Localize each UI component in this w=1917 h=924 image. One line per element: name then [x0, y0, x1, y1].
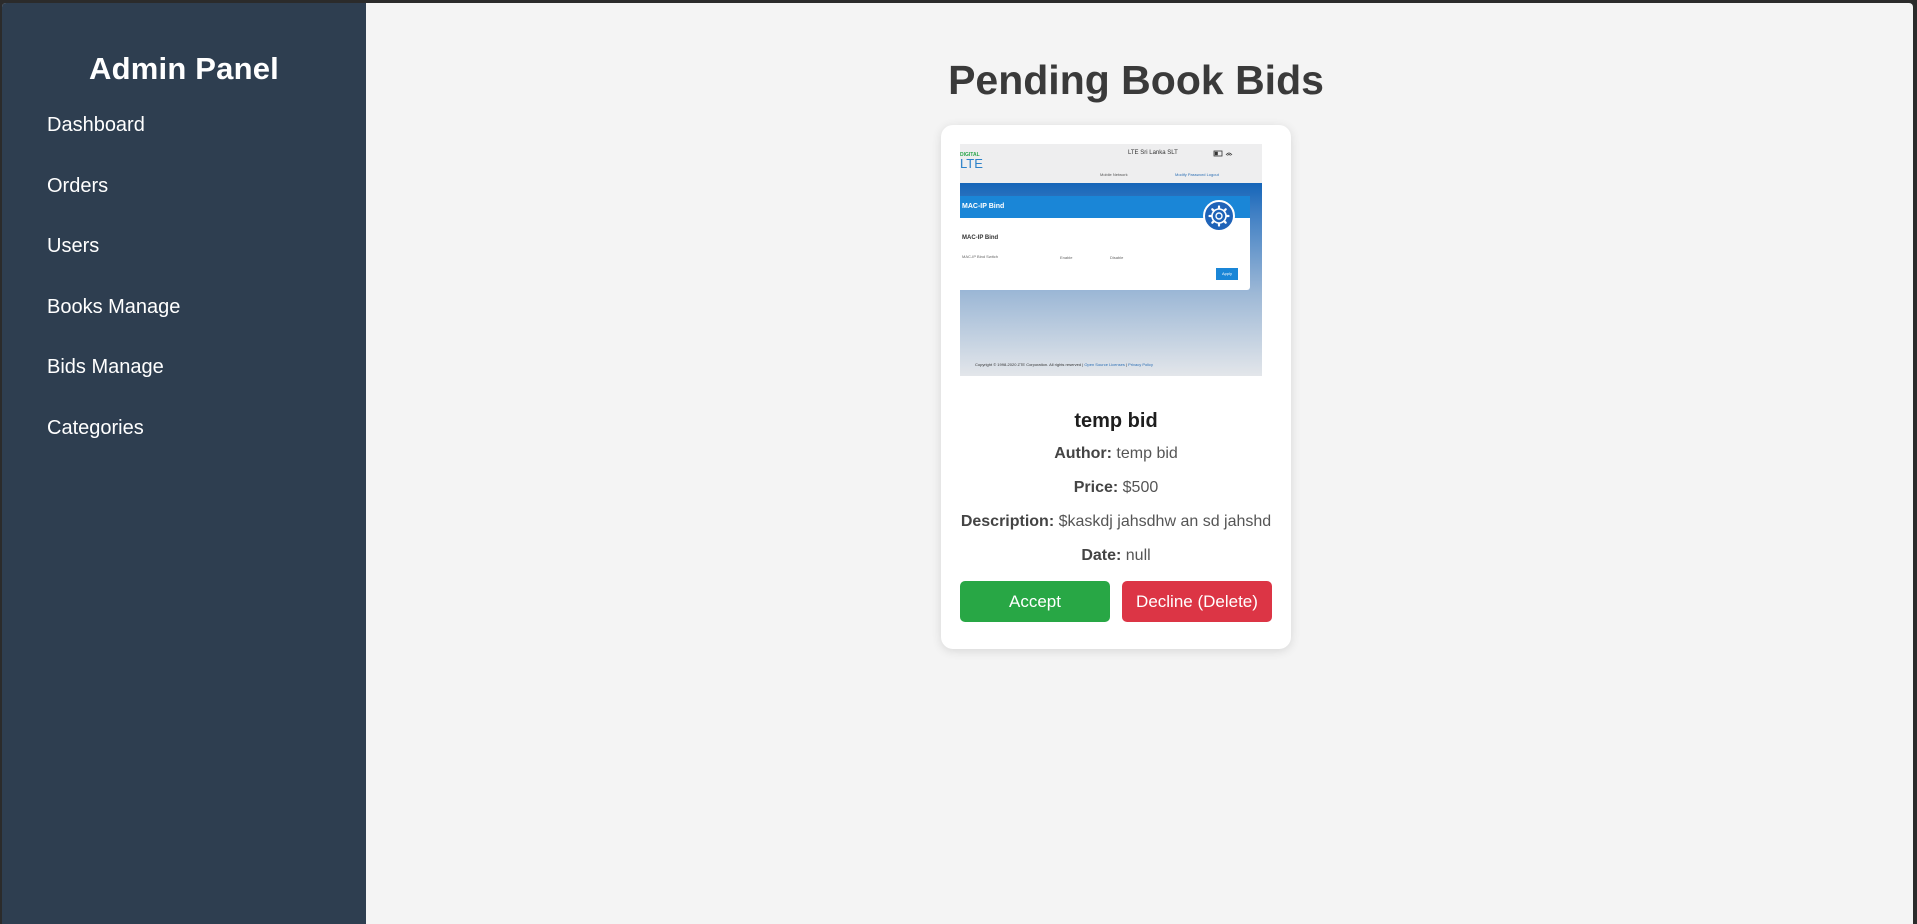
sidebar-item-categories[interactable]: Categories	[2, 412, 366, 473]
gear-icon	[1208, 205, 1230, 227]
decline-button[interactable]: Decline (Delete)	[1122, 581, 1272, 622]
bid-actions: Accept Decline (Delete)	[960, 581, 1272, 622]
image-gear-badge	[1203, 200, 1235, 232]
image-logo: LTE	[960, 156, 983, 171]
image-links: Mobile Network	[1100, 172, 1128, 177]
price-label: Price:	[1073, 479, 1119, 496]
image-apply-button: Apply	[1216, 268, 1238, 280]
description-value: $kaskdj jahsdhw an sd jahshd	[1058, 513, 1272, 530]
bid-description: Description: $kaskdj jahsdhw an sd jahsh…	[960, 512, 1272, 532]
image-enable-option: Enable	[1060, 255, 1073, 260]
image-links-2: Modify Password Logout	[1175, 172, 1219, 177]
image-signal-text	[1200, 150, 1234, 160]
sidebar-item-orders[interactable]: Orders	[2, 170, 366, 231]
sidebar-item-dashboard[interactable]: Dashboard	[2, 109, 366, 170]
sidebar-item-bids-manage[interactable]: Bids Manage	[2, 351, 366, 412]
accept-button[interactable]: Accept	[960, 581, 1110, 622]
wifi-icon	[1213, 150, 1233, 157]
image-footer-text: Copyright © 1998-2020 ZTE Corporation. A…	[975, 362, 1084, 367]
app-window: Admin Panel Dashboard Orders Users Books…	[2, 3, 1913, 924]
sidebar-item-users[interactable]: Users	[2, 230, 366, 291]
sidebar-item-books-manage[interactable]: Books Manage	[2, 291, 366, 352]
image-footer-link-2: Privacy Policy	[1128, 362, 1154, 367]
author-label: Author:	[1054, 445, 1112, 462]
sidebar: Admin Panel Dashboard Orders Users Books…	[2, 3, 366, 924]
date-label: Date:	[1081, 547, 1122, 564]
price-value: $500	[1122, 479, 1159, 496]
image-row-label: MAC-IP Bind Switch	[962, 254, 998, 259]
description-label: Description:	[960, 513, 1055, 530]
sidebar-title: Admin Panel	[89, 51, 279, 86]
image-panel-subtitle: MAC-IP Bind	[962, 235, 999, 241]
bid-price: Price: $500	[960, 478, 1272, 498]
image-footer-link-1: Open Source Licenses	[1084, 362, 1125, 367]
date-value: null	[1125, 547, 1151, 564]
main-content: Pending Book Bids DIGITAL LTE LTE Sri La…	[366, 3, 1913, 924]
bid-card: DIGITAL LTE LTE Sri Lanka SLT Mobile Net…	[941, 125, 1291, 649]
image-disable-option: Disable	[1110, 255, 1124, 260]
image-status-text: LTE Sri Lanka SLT	[1128, 150, 1178, 156]
bid-date: Date: null	[960, 546, 1272, 566]
image-footer: Copyright © 1998-2020 ZTE Corporation. A…	[975, 362, 1154, 367]
book-cover-image: DIGITAL LTE LTE Sri Lanka SLT Mobile Net…	[960, 144, 1262, 376]
bid-title: temp bid	[1074, 410, 1158, 432]
sidebar-nav: Dashboard Orders Users Books Manage Bids…	[2, 109, 366, 472]
bid-author: Author: temp bid	[960, 444, 1272, 464]
author-value: temp bid	[1116, 445, 1178, 462]
page-title: Pending Book Bids	[948, 57, 1324, 103]
